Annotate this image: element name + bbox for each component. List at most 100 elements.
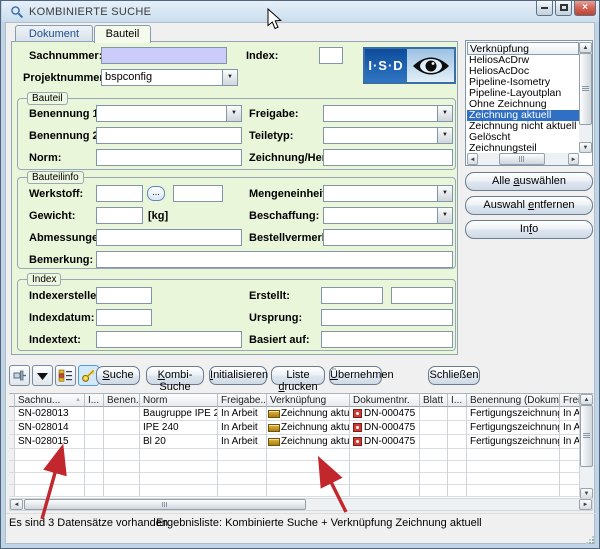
- grid-column-header[interactable]: I...: [448, 394, 467, 407]
- scroll-right-icon[interactable]: ►: [568, 153, 579, 165]
- abmessungen-input[interactable]: [96, 229, 242, 246]
- close-button[interactable]: ×: [574, 1, 596, 16]
- grid-column-header[interactable]: Verknüpfung: [267, 394, 350, 407]
- scroll-up-icon[interactable]: ▲: [580, 394, 593, 405]
- grid-column-header[interactable]: Benennung (Dokum...: [467, 394, 560, 407]
- hscroll-thumb[interactable]: [499, 153, 545, 165]
- zeichnung-herst-input[interactable]: [323, 149, 453, 166]
- sorted-list-button[interactable]: [55, 365, 76, 386]
- norm-input[interactable]: [96, 149, 242, 166]
- side-button-auswahl-entfernen[interactable]: Auswahl entfernen: [465, 196, 593, 215]
- scroll-down-icon[interactable]: ▼: [579, 142, 592, 153]
- grid-vscroll-thumb[interactable]: [580, 405, 593, 467]
- benennung1-combobox[interactable]: ▼: [96, 105, 242, 122]
- norm-label: Norm:: [29, 152, 61, 164]
- link-list-item[interactable]: Pipeline-Layoutplan: [467, 88, 579, 99]
- result-row[interactable]: SN-028014IPE 240In ArbeitZeichnung aktue…: [9, 421, 580, 435]
- toolbar-button--bernehmen[interactable]: Übernehmen: [329, 366, 382, 385]
- grid-vscrollbar[interactable]: ▲▼: [580, 394, 593, 499]
- link-list-item[interactable]: Zeichnung aktuell: [467, 110, 579, 121]
- grid-column-header[interactable]: Blatt: [420, 394, 448, 407]
- grid-column-header[interactable]: Dokumentnr.: [350, 394, 420, 407]
- chevron-down-icon[interactable]: ▼: [437, 106, 452, 121]
- indexdatum-input[interactable]: [96, 309, 152, 326]
- side-button-info[interactable]: Info: [465, 220, 593, 239]
- eye-icon: [411, 54, 451, 78]
- toolbar-button-suche[interactable]: Suche: [96, 366, 140, 385]
- scroll-left-icon[interactable]: ◄: [10, 499, 23, 510]
- erstellt-input-2[interactable]: [391, 287, 453, 304]
- scroll-left-icon[interactable]: ◄: [467, 153, 478, 165]
- ursprung-input[interactable]: [321, 309, 453, 326]
- toolbar-button-kombi-suche[interactable]: Kombi-Suche: [146, 366, 204, 385]
- grid-column-header[interactable]: Norm: [140, 394, 218, 407]
- result-row[interactable]: SN-028015Bl 20In ArbeitZeichnung aktuell…: [9, 435, 580, 449]
- grid-column-header[interactable]: Sachnu...▲: [15, 394, 85, 407]
- grid-hscroll-thumb[interactable]: [24, 499, 306, 510]
- basiert-auf-input[interactable]: [321, 331, 453, 348]
- werkstoff-browse-button[interactable]: ...: [147, 186, 165, 201]
- scroll-right-icon[interactable]: ►: [579, 499, 592, 510]
- empty-row[interactable]: [9, 449, 580, 461]
- grid-column-header[interactable]: Freigabe...: [218, 394, 267, 407]
- erstellt-input[interactable]: [321, 287, 383, 304]
- result-cell: Zeichnung aktuell: [267, 435, 350, 449]
- toolbar-button-initialisieren[interactable]: Initialisieren: [209, 366, 267, 385]
- link-list-item[interactable]: Zeichnungsteil: [467, 143, 579, 153]
- mengeneinheit-label: Mengeneinheit:: [249, 188, 330, 200]
- chevron-down-icon[interactable]: ▼: [437, 186, 452, 201]
- toolbar-button-liste-drucken[interactable]: Liste drucken: [271, 366, 325, 385]
- link-list-item[interactable]: HeliosAcDrw: [467, 55, 579, 66]
- werkstoff-input[interactable]: [96, 185, 143, 202]
- bestellvermerk-input[interactable]: [323, 229, 453, 246]
- listbox-vscrollbar[interactable]: ▲ ▼: [579, 42, 592, 153]
- listbox-hscrollbar[interactable]: ◄ ►: [467, 153, 579, 165]
- chevron-down-icon[interactable]: ▼: [226, 106, 241, 121]
- tab-dokument[interactable]: Dokument: [15, 25, 93, 42]
- grid-column-header[interactable]: Freiga: [560, 394, 580, 407]
- empty-row[interactable]: [9, 485, 580, 497]
- gewicht-input[interactable]: [96, 207, 143, 224]
- indextext-input[interactable]: [96, 331, 242, 348]
- grid-hscrollbar[interactable]: ◄ ►: [9, 498, 593, 511]
- freigabe-combobox[interactable]: ▼: [323, 105, 453, 122]
- toolbar-button-schlie-en[interactable]: Schließen: [428, 366, 480, 385]
- result-row[interactable]: SN-028013Baugruppe IPE 240In ArbeitZeich…: [9, 407, 580, 421]
- empty-row[interactable]: [9, 473, 580, 485]
- dropdown-button[interactable]: [32, 365, 53, 386]
- tab-bauteil[interactable]: Bauteil: [94, 25, 151, 43]
- resize-grip-icon[interactable]: [586, 536, 594, 544]
- titlebar[interactable]: KOMBINIERTE SUCHE ×: [2, 1, 600, 22]
- isd-logo-text: I·S·D: [365, 49, 407, 82]
- vscroll-thumb[interactable]: [579, 53, 592, 125]
- chevron-down-icon[interactable]: ▼: [437, 128, 452, 143]
- link-list-item[interactable]: Gelöscht: [467, 132, 579, 143]
- dropdown-arrow-icon: [37, 372, 48, 380]
- chevron-down-icon[interactable]: ▼: [222, 70, 237, 85]
- scroll-up-icon[interactable]: ▲: [579, 42, 592, 53]
- empty-row[interactable]: [9, 461, 580, 473]
- maximize-button[interactable]: [555, 1, 572, 16]
- benennung2-input[interactable]: [96, 127, 242, 144]
- pin-button[interactable]: [9, 365, 30, 386]
- werkstoff-input-2[interactable]: [173, 185, 223, 202]
- minimize-button[interactable]: [536, 1, 553, 16]
- grid-column-header[interactable]: Benen...: [104, 394, 140, 407]
- index-input[interactable]: [319, 47, 343, 64]
- link-list-item[interactable]: Ohne Zeichnung: [467, 99, 579, 110]
- chevron-down-icon[interactable]: ▼: [437, 208, 452, 223]
- link-list-item[interactable]: HeliosAcDoc: [467, 66, 579, 77]
- mengeneinheit-combobox[interactable]: ▼: [323, 185, 453, 202]
- projektnummer-combobox[interactable]: bspconfig ▼: [101, 69, 238, 86]
- link-list-item[interactable]: Verknüpfung: [467, 42, 579, 55]
- side-button-alle-ausw-hlen[interactable]: Alle auswählen: [465, 172, 593, 191]
- bemerkung-input[interactable]: [96, 251, 453, 268]
- result-cell: DN-000475: [350, 407, 420, 421]
- grid-column-header[interactable]: I...: [85, 394, 104, 407]
- link-list-item[interactable]: Zeichnung nicht aktuell: [467, 121, 579, 132]
- beschaffung-combobox[interactable]: ▼: [323, 207, 453, 224]
- link-list-item[interactable]: Pipeline-Isometry: [467, 77, 579, 88]
- indexersteller-input[interactable]: [96, 287, 152, 304]
- teiletyp-combobox[interactable]: ▼: [323, 127, 453, 144]
- sachnummer-input[interactable]: [101, 47, 227, 64]
